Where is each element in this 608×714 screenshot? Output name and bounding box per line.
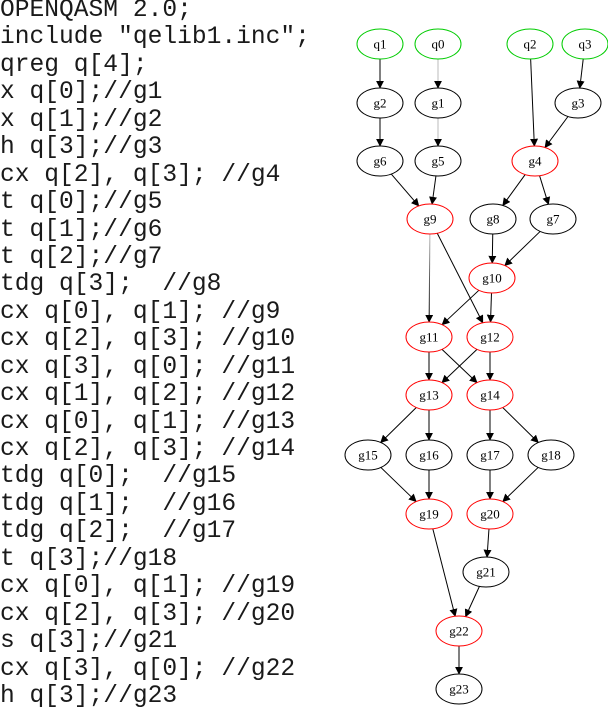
edge-g14-to-g18	[502, 407, 539, 444]
node-label: g8	[487, 212, 500, 227]
node-label: g18	[541, 448, 561, 463]
graph-nodes: q1 q0 q2 q3 g2 g1 g3 g6 g5 g4 g9 g8 g7 g10 g11 g12 g13 g1…	[344, 28, 608, 705]
node-label: g14	[480, 388, 500, 403]
edge-g13-to-g15	[380, 407, 417, 444]
graph-node-g23: g23	[435, 673, 483, 705]
node-label: g1	[432, 96, 445, 111]
node-label: q1	[374, 37, 387, 52]
graph-node-g6: g6	[356, 145, 404, 177]
node-label: g15	[358, 448, 378, 463]
edge-g20-to-g21	[483, 528, 492, 558]
node-label: g7	[547, 212, 561, 227]
node-label: q0	[432, 37, 445, 52]
node-label: q2	[524, 37, 537, 52]
node-label: q3	[579, 37, 592, 52]
graph-node-g7: g7	[529, 203, 577, 235]
graph-node-g18: g18	[527, 439, 575, 471]
node-label: g6	[374, 154, 388, 169]
graph-node-g3: g3	[554, 87, 602, 119]
node-label: g13	[419, 388, 439, 403]
edge-g4-to-g7	[539, 175, 551, 206]
node-label: g11	[419, 330, 438, 345]
node-label: g12	[480, 330, 500, 345]
edge-q2-to-g4	[530, 58, 539, 147]
edge-g10-to-g11	[441, 289, 480, 326]
node-label: g10	[482, 271, 502, 286]
graph-node-g11: g11	[405, 321, 453, 353]
graph-node-g13: g13	[405, 379, 453, 411]
graph-node-q3: q3	[561, 28, 608, 60]
node-label: g20	[480, 507, 500, 522]
graph-node-g16: g16	[405, 439, 453, 471]
edge-g18-to-g20	[502, 467, 539, 503]
node-label: g21	[476, 565, 496, 580]
node-label: g16	[419, 448, 439, 463]
graph-node-g21: g21	[462, 556, 510, 588]
graph-node-g2: g2	[356, 87, 404, 119]
node-label: g17	[480, 448, 500, 463]
graph-node-g8: g8	[469, 203, 517, 235]
node-label: g22	[449, 624, 469, 639]
graph-node-g9: g9	[406, 203, 454, 235]
node-label: g23	[449, 682, 469, 697]
edge-g21-to-g22	[464, 586, 480, 618]
edge-g10-to-g12	[486, 292, 495, 323]
graph-node-g17: g17	[466, 439, 514, 471]
edge-g4-to-g8	[502, 174, 526, 207]
graph-node-g12: g12	[466, 321, 514, 353]
graph-node-g4: g4	[511, 145, 559, 177]
graph-node-g1: g1	[414, 87, 462, 119]
graph-node-q1: q1	[356, 28, 404, 60]
graph-node-g14: g14	[466, 379, 514, 411]
graph-node-g22: g22	[435, 615, 483, 647]
graph-node-g19: g19	[405, 498, 453, 530]
edge-g7-to-g10	[504, 231, 541, 267]
node-label: g2	[374, 96, 387, 111]
graph-node-g10: g10	[468, 262, 516, 294]
edge-g9-to-g11	[425, 233, 434, 323]
graph-node-g5: g5	[414, 145, 462, 177]
edge-g15-to-g19	[380, 467, 417, 503]
gate-dependency-graph: q1 q0 q2 q3 g2 g1 g3 g6 g5 g4 g9 g8 g7 g10 g11 g12 g13 g1…	[344, 28, 608, 705]
node-label: g4	[529, 154, 543, 169]
node-label: g9	[424, 212, 437, 227]
edge-g19-to-g22	[432, 528, 458, 617]
edge-g3-to-g4	[544, 116, 569, 149]
edge-g5-to-g9	[429, 175, 438, 205]
edge-g6-to-g9	[390, 173, 420, 207]
node-label: g5	[432, 154, 445, 169]
edge-q3-to-g3	[576, 58, 585, 89]
graph-node-g15: g15	[344, 439, 392, 471]
graph-node-q2: q2	[506, 28, 554, 60]
node-label: g3	[572, 96, 585, 111]
graph-node-q0: q0	[414, 28, 462, 60]
node-label: g19	[419, 507, 439, 522]
graph-node-g20: g20	[466, 498, 514, 530]
